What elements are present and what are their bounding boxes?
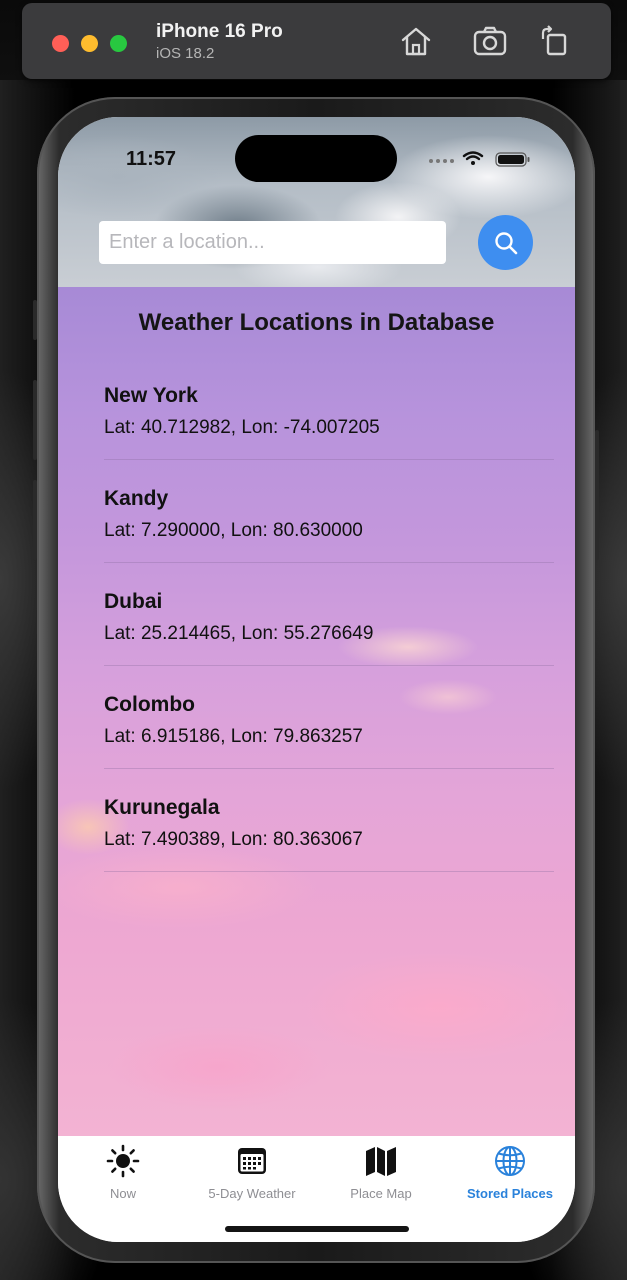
action-button — [33, 300, 37, 340]
cellular-signal-icon — [429, 159, 454, 163]
screenshot-icon[interactable] — [472, 23, 508, 59]
rotate-icon[interactable] — [536, 23, 572, 59]
list-title: Weather Locations in Database — [138, 309, 495, 336]
home-indicator[interactable] — [225, 1226, 409, 1232]
power-button — [595, 430, 599, 560]
zoom-window-button[interactable] — [110, 35, 127, 52]
location-coords: Lat: 7.290000, Lon: 80.630000 — [104, 520, 363, 541]
sun-icon — [106, 1144, 140, 1178]
list-item[interactable]: Kandy Lat: 7.290000, Lon: 80.630000 — [104, 460, 554, 563]
calendar-icon — [238, 1148, 266, 1174]
tab-place-map[interactable]: Place Map — [316, 1144, 446, 1201]
minimize-window-button[interactable] — [81, 35, 98, 52]
location-coords: Lat: 7.490389, Lon: 80.363067 — [104, 829, 363, 850]
tab-label: Place Map — [350, 1186, 412, 1201]
tab-5-day-weather[interactable]: 5-Day Weather — [187, 1144, 317, 1201]
map-icon — [366, 1147, 396, 1176]
location-coords: Lat: 25.214465, Lon: 55.276649 — [104, 623, 374, 644]
tab-label: Stored Places — [467, 1186, 553, 1201]
wifi-icon — [462, 151, 484, 161]
location-search-input[interactable] — [99, 221, 446, 264]
location-name: Kandy — [104, 487, 169, 510]
location-name: New York — [104, 384, 198, 407]
list-item[interactable]: Kurunegala Lat: 7.490389, Lon: 80.363067 — [104, 769, 554, 872]
list-item[interactable]: Colombo Lat: 6.915186, Lon: 79.863257 — [104, 666, 554, 769]
status-time: 11:57 — [126, 148, 177, 170]
status-icons — [429, 151, 530, 167]
os-version: iOS 18.2 — [156, 45, 215, 62]
tab-label: Now — [109, 1186, 136, 1201]
tab-stored-places[interactable]: Stored Places — [445, 1144, 575, 1201]
home-icon[interactable] — [398, 23, 434, 59]
sky-background: Weather Locations in Database New York L… — [58, 287, 575, 1136]
simulator-toolbar: iPhone 16 Pro iOS 18.2 — [22, 3, 611, 79]
location-name: Dubai — [104, 590, 163, 613]
location-coords: Lat: 6.915186, Lon: 79.863257 — [104, 726, 363, 747]
globe-icon — [495, 1146, 525, 1176]
device-name: iPhone 16 Pro — [156, 21, 283, 42]
location-name: Colombo — [104, 693, 195, 716]
list-item[interactable]: New York Lat: 40.712982, Lon: -74.007205 — [104, 357, 554, 460]
location-name: Kurunegala — [104, 796, 220, 819]
location-coords: Lat: 40.712982, Lon: -74.007205 — [104, 417, 380, 438]
battery-icon — [495, 152, 530, 167]
dynamic-island — [235, 135, 397, 182]
list-item[interactable]: Dubai Lat: 25.214465, Lon: 55.276649 — [104, 563, 554, 666]
magnifier-icon — [494, 231, 517, 254]
close-window-button[interactable] — [52, 35, 69, 52]
app-screen: 11:57 Weather Locations — [58, 117, 575, 1242]
volume-up-button — [33, 380, 37, 460]
volume-down-button — [33, 480, 37, 560]
tab-label: 5-Day Weather — [208, 1186, 296, 1201]
search-button[interactable] — [478, 215, 533, 270]
tab-now[interactable]: Now — [58, 1144, 188, 1201]
header-cloud-background: 11:57 — [58, 117, 575, 287]
